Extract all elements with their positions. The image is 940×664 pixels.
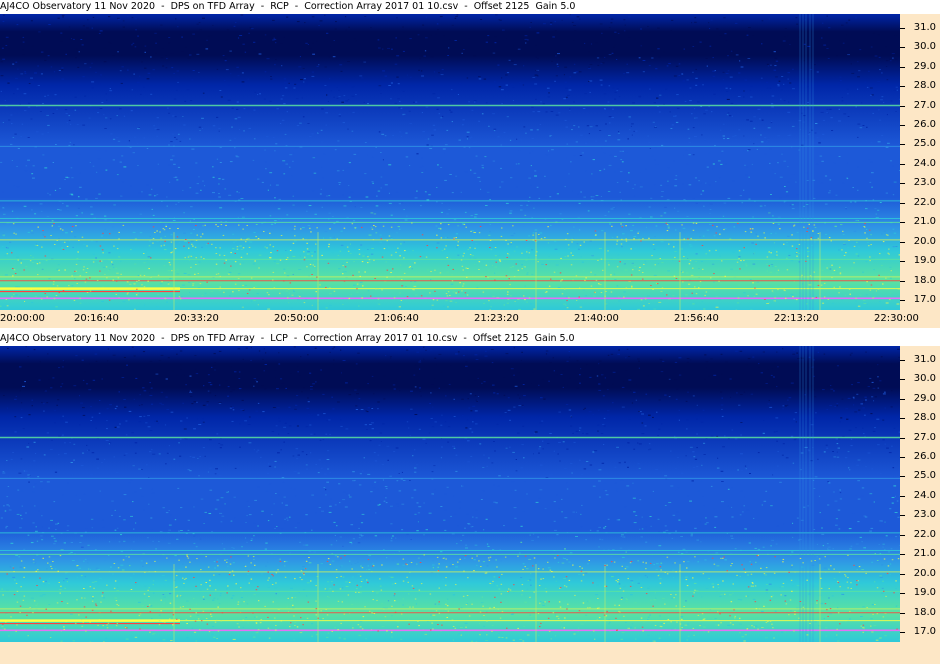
frequency-tick <box>900 476 905 478</box>
time-tick-label: 21:40:00 <box>574 313 619 324</box>
frequency-tick-label: 27.0 <box>913 99 936 111</box>
frequency-tick-label: 30.0 <box>913 41 936 53</box>
frequency-tick-label: 17.0 <box>913 626 936 638</box>
frequency-tick <box>900 125 905 126</box>
spectrogram-background <box>0 14 900 310</box>
frequency-tick-label: 18.0 <box>913 606 936 618</box>
lcp-spectrogram <box>0 346 900 642</box>
frequency-tick <box>900 632 905 634</box>
frequency-tick <box>900 515 905 517</box>
frequency-tick-label: 17.0 <box>913 294 936 306</box>
frequency-tick <box>900 144 905 146</box>
frequency-tick <box>900 418 905 420</box>
frequency-tick-label: 21.0 <box>913 216 936 228</box>
frequency-tick-label: 24.0 <box>913 157 936 169</box>
lcp-spectrogram-svg <box>0 346 900 642</box>
frequency-tick-label: 29.0 <box>913 60 936 72</box>
frequency-tick <box>900 27 905 29</box>
frequency-tick-label: 25.0 <box>913 138 936 150</box>
frequency-tick <box>900 573 905 575</box>
time-tick-label: 22:13:20 <box>774 313 819 324</box>
lcp-panel-title: AJ4CO Observatory 11 Nov 2020 - DPS on T… <box>0 332 575 346</box>
rcp-frequency-axis: 31.0 30.0 29.0 28.0 27.0 26.0 25.0 24.0 23.0 22.0… <box>900 14 940 310</box>
time-tick-label: 21:06:40 <box>374 313 419 324</box>
lcp-frequency-axis: 31.0 30.0 29.0 28.0 27.0 26.0 25.0 24.0 23.0 22.0… <box>900 346 940 642</box>
time-tick-label: 21:56:40 <box>674 313 719 324</box>
frequency-tick <box>900 495 905 497</box>
frequency-tick <box>900 261 905 263</box>
time-tick-label: 20:16:40 <box>74 313 119 324</box>
frequency-tick-label: 29.0 <box>913 392 936 404</box>
frequency-tick <box>900 379 905 381</box>
frequency-tick-label: 20.0 <box>913 567 936 579</box>
frequency-tick-label: 25.0 <box>913 470 936 482</box>
frequency-tick <box>900 163 905 165</box>
frequency-tick-label: 23.0 <box>913 509 936 521</box>
frequency-tick <box>900 47 905 49</box>
frequency-tick-label: 21.0 <box>913 548 936 560</box>
time-tick-label: 20:00:00 <box>0 313 45 324</box>
frequency-tick-label: 31.0 <box>913 353 936 365</box>
frequency-tick-label: 22.0 <box>913 528 936 540</box>
frequency-tick-label: 28.0 <box>913 412 936 424</box>
frequency-tick <box>900 398 905 400</box>
frequency-tick <box>900 66 905 68</box>
frequency-tick-label: 28.0 <box>913 80 936 92</box>
time-tick-label: 20:50:00 <box>274 313 319 324</box>
frequency-tick-label: 20.0 <box>913 235 936 247</box>
time-tick-label: 21:23:20 <box>474 313 519 324</box>
frequency-tick-label: 30.0 <box>913 373 936 385</box>
frequency-tick-label: 31.0 <box>913 21 936 33</box>
frequency-tick-label: 18.0 <box>913 274 936 286</box>
frequency-tick <box>900 437 905 439</box>
frequency-tick <box>900 534 905 536</box>
rcp-panel-title: AJ4CO Observatory 11 Nov 2020 - DPS on T… <box>0 0 576 14</box>
frequency-tick <box>900 222 905 224</box>
frequency-tick <box>900 300 905 302</box>
frequency-tick <box>900 359 905 361</box>
rcp-spectrogram-svg <box>0 14 900 310</box>
time-tick-label: 20:33:20 <box>174 313 219 324</box>
frequency-tick-label: 27.0 <box>913 431 936 443</box>
frequency-tick-label: 22.0 <box>913 196 936 208</box>
frequency-tick <box>900 241 905 243</box>
frequency-tick-label: 23.0 <box>913 177 936 189</box>
frequency-tick <box>900 202 905 204</box>
frequency-tick <box>900 593 905 595</box>
bottom-axis-strip <box>0 642 940 664</box>
frequency-tick-label: 19.0 <box>913 587 936 599</box>
time-tick-label: 22:30:00 <box>874 313 919 324</box>
frequency-tick-label: 24.0 <box>913 489 936 501</box>
time-axis: 20:00:00 20:16:40 20:33:20 20:50:00 21:06:40… <box>0 310 940 328</box>
frequency-tick <box>900 86 905 88</box>
frequency-tick-label: 26.0 <box>913 119 936 130</box>
frequency-tick <box>900 554 905 556</box>
frequency-tick-label: 26.0 <box>913 451 936 462</box>
rcp-spectrogram <box>0 14 900 310</box>
frequency-tick <box>900 612 905 614</box>
frequency-tick <box>900 183 905 185</box>
frequency-tick <box>900 280 905 282</box>
frequency-tick-label: 19.0 <box>913 255 936 267</box>
frequency-tick <box>900 457 905 458</box>
frequency-tick <box>900 105 905 107</box>
spectrogram-background <box>0 346 900 642</box>
